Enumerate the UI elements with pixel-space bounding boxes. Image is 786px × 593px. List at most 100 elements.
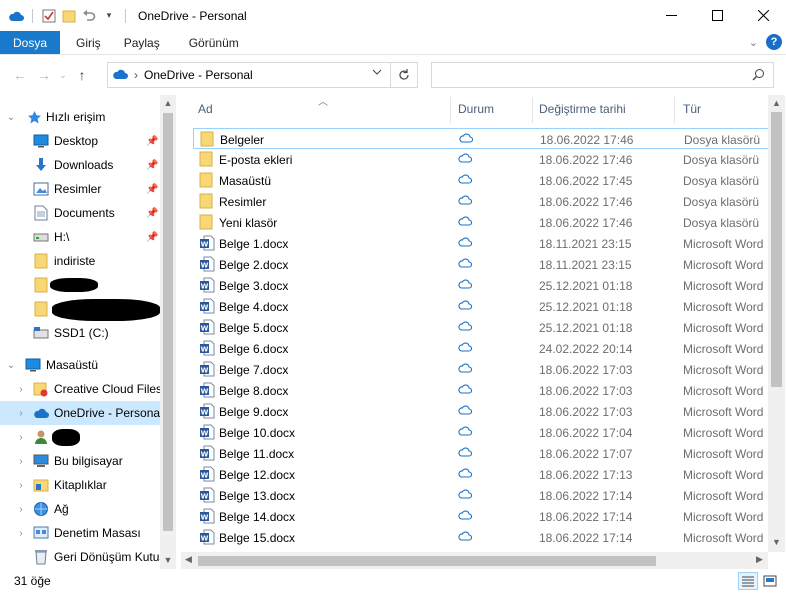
table-row[interactable]: W Belge 1.docx 18.11.2021 23:15 Microsoft W…: [193, 233, 769, 254]
column-header-name[interactable]: Ad: [198, 102, 213, 116]
expand-ribbon-icon[interactable]: ⌄: [749, 36, 758, 49]
sidebar-item-pictures[interactable]: Resimler 📌: [0, 177, 160, 201]
table-row[interactable]: W Belge 9.docx 18.06.2022 17:03 Microsoft W…: [193, 401, 769, 422]
vertical-scrollbar-thumb[interactable]: [771, 112, 782, 387]
expand-chevron-icon[interactable]: ›: [16, 504, 26, 515]
svg-text:W: W: [201, 388, 209, 396]
vertical-scrollbar[interactable]: ▲ ▼: [768, 95, 785, 552]
forward-button[interactable]: →: [32, 67, 56, 83]
new-folder-icon[interactable]: [61, 8, 77, 24]
file-modified-date: 18.11.2021 23:15: [539, 237, 632, 251]
address-bar[interactable]: › OneDrive - Personal: [107, 62, 391, 88]
table-row[interactable]: W Belge 7.docx 18.06.2022 17:03 Microsoft W…: [193, 359, 769, 380]
customize-toolbar-icon[interactable]: ▾: [101, 8, 117, 24]
sidebar-item-desktop[interactable]: Desktop 📌: [0, 129, 160, 153]
onedrive-icon: [8, 8, 24, 24]
scroll-down-icon[interactable]: ▼: [768, 537, 785, 547]
sidebar-item-onedrive[interactable]: › OneDrive - Personal: [0, 401, 163, 425]
table-row[interactable]: Resimler 18.06.2022 17:46 Dosya klasörü: [193, 191, 769, 212]
back-button[interactable]: ←: [8, 67, 32, 83]
refresh-button[interactable]: [391, 62, 418, 88]
breadcrumb-location[interactable]: OneDrive - Personal: [144, 68, 253, 82]
nav-scrollbar[interactable]: ▲ ▼: [160, 95, 176, 569]
nav-scrollbar-thumb[interactable]: [163, 113, 173, 531]
sidebar-item-h-drive[interactable]: H:\ 📌: [0, 225, 160, 249]
tab-dosya[interactable]: Dosya: [0, 31, 61, 54]
column-header-modified[interactable]: Değiştirme tarihi: [539, 102, 626, 116]
collapse-chevron-icon[interactable]: ⌄: [6, 360, 16, 371]
maximize-icon[interactable]: [694, 0, 740, 31]
table-row[interactable]: W Belge 3.docx 25.12.2021 01:18 Microsoft W…: [193, 275, 769, 296]
expand-chevron-icon[interactable]: ›: [16, 408, 26, 419]
file-name: Belge 7.docx: [219, 363, 289, 377]
table-row[interactable]: W Belge 4.docx 25.12.2021 01:18 Microsoft W…: [193, 296, 769, 317]
sidebar-item-recycle-bin[interactable]: Geri Dönüşüm Kutusu: [0, 545, 172, 569]
up-button[interactable]: ↑: [70, 67, 94, 83]
sidebar-item-creative-cloud[interactable]: › Creative Cloud Files: [0, 377, 162, 401]
table-row[interactable]: Masaüstü 18.06.2022 17:45 Dosya klasörü: [193, 170, 769, 191]
sidebar-item-downloads[interactable]: Downloads 📌: [0, 153, 160, 177]
table-row[interactable]: W Belge 15.docx 18.06.2022 17:14 Microsoft …: [193, 527, 769, 548]
sidebar-item-indiriste[interactable]: indiriste: [0, 249, 160, 273]
sidebar-item-redacted-folder[interactable]: [0, 273, 160, 297]
sidebar-item-ssd1[interactable]: SSD1 (C:): [0, 321, 160, 345]
large-icons-view-icon[interactable]: [760, 572, 780, 590]
recent-locations-icon[interactable]: ⌄: [56, 70, 70, 81]
sidebar-item-control-panel[interactable]: › Denetim Masası: [0, 521, 160, 545]
minimize-icon[interactable]: [648, 0, 694, 31]
expand-chevron-icon[interactable]: ›: [16, 456, 26, 467]
breadcrumb-chevron-icon[interactable]: ›: [134, 68, 138, 82]
expand-chevron-icon[interactable]: ›: [16, 480, 26, 491]
table-row[interactable]: W Belge 14.docx 18.06.2022 17:14 Microsoft …: [193, 506, 769, 527]
column-header-status[interactable]: Durum: [458, 102, 494, 116]
scroll-down-icon[interactable]: ▼: [160, 555, 176, 565]
table-row[interactable]: W Belge 12.docx 18.06.2022 17:13 Microsoft …: [193, 464, 769, 485]
sidebar-item-libraries[interactable]: › Kitaplıklar: [0, 473, 160, 497]
sidebar-item-redacted-folder[interactable]: [0, 297, 160, 321]
tab-gorunum[interactable]: Görünüm: [173, 31, 252, 54]
cloud-status-icon: [458, 320, 473, 334]
table-row[interactable]: W Belge 2.docx 18.11.2021 23:15 Microsoft W…: [193, 254, 769, 275]
expand-chevron-icon[interactable]: ›: [16, 432, 26, 443]
collapse-chevron-icon[interactable]: ⌄: [6, 112, 16, 123]
properties-icon[interactable]: [41, 8, 57, 24]
word-document-icon: W: [199, 298, 215, 314]
horizontal-scrollbar-thumb[interactable]: [198, 556, 656, 566]
scroll-right-icon[interactable]: ▶: [756, 554, 763, 565]
file-type: Dosya klasörü: [683, 216, 760, 230]
table-row[interactable]: E-posta ekleri 18.06.2022 17:46 Dosya klas…: [193, 149, 769, 170]
table-row[interactable]: Belgeler 18.06.2022 17:46 Dosya klasörü: [193, 128, 769, 149]
nav-quick-access[interactable]: ⌄ Hızlı erişim: [0, 105, 160, 129]
table-row[interactable]: Yeni klasör 18.06.2022 17:46 Dosya klasörü: [193, 212, 769, 233]
scroll-left-icon[interactable]: ◀: [185, 554, 192, 565]
table-row[interactable]: W Belge 10.docx 18.06.2022 17:04 Microsoft …: [193, 422, 769, 443]
scroll-up-icon[interactable]: ▲: [768, 98, 785, 108]
tab-giris[interactable]: Giriş: [60, 31, 114, 54]
table-row[interactable]: W Belge 6.docx 24.02.2022 20:14 Microsoft W…: [193, 338, 769, 359]
sidebar-item-documents[interactable]: Documents 📌: [0, 201, 160, 225]
folder-icon: [199, 151, 215, 167]
expand-chevron-icon[interactable]: ›: [16, 528, 26, 539]
column-header-type[interactable]: Tür: [683, 102, 701, 116]
sidebar-item-this-pc[interactable]: › Bu bilgisayar: [0, 449, 160, 473]
svg-text:W: W: [201, 430, 209, 438]
help-icon[interactable]: ?: [766, 34, 782, 50]
address-dropdown-icon[interactable]: [372, 67, 382, 78]
table-row[interactable]: W Belge 8.docx 18.06.2022 17:03 Microsoft W…: [193, 380, 769, 401]
nav-desktop-root[interactable]: ⌄ Masaüstü: [0, 353, 160, 377]
horizontal-scrollbar[interactable]: ◀ ▶: [181, 552, 768, 569]
search-field[interactable]: [431, 62, 774, 88]
tab-paylas[interactable]: Paylaş: [114, 31, 173, 54]
table-row[interactable]: W Belge 11.docx 18.06.2022 17:07 Microsoft …: [193, 443, 769, 464]
sidebar-item-user[interactable]: ›: [0, 425, 160, 449]
close-icon[interactable]: [740, 0, 786, 31]
scroll-up-icon[interactable]: ▲: [160, 98, 176, 108]
svg-text:W: W: [201, 472, 209, 480]
undo-icon[interactable]: [81, 8, 97, 24]
expand-chevron-icon[interactable]: ›: [16, 384, 26, 395]
details-view-icon[interactable]: [738, 572, 758, 590]
sidebar-item-network[interactable]: › Ağ: [0, 497, 160, 521]
table-row[interactable]: W Belge 5.docx 25.12.2021 01:18 Microsoft W…: [193, 317, 769, 338]
file-modified-date: 18.06.2022 17:46: [539, 153, 633, 167]
table-row[interactable]: W Belge 13.docx 18.06.2022 17:14 Microsoft …: [193, 485, 769, 506]
